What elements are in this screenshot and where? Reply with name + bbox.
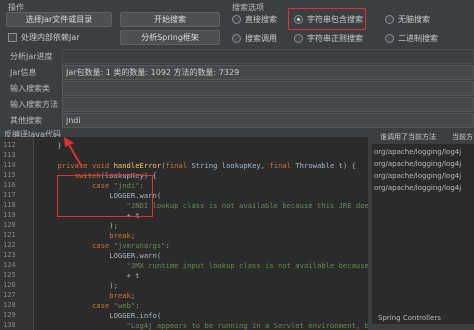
line-number: 112 [3,141,16,149]
internal-deps-label: 处理内部依赖Jar [21,33,80,42]
radio-icon[interactable] [385,34,394,43]
tab-callers[interactable]: 谁调用了当前方法 [380,132,436,142]
spring-controllers-label[interactable]: Spring Controllers [378,314,441,322]
line-number: 128 [3,301,16,309]
code-line: break; [109,231,136,240]
class-label: 输入搜索类 [10,83,50,93]
line-number: 118 [3,201,16,209]
line-number: 129 [3,311,16,319]
radio-icon[interactable] [232,15,241,24]
start-search-button[interactable]: 开始搜索 [120,12,220,27]
option-label: 二进制搜索 [398,34,438,43]
line-number: 113 [3,151,16,159]
list-item[interactable]: org/apache/logging/log4j [374,172,461,180]
red-arrow-icon [64,137,83,168]
callers-pane: 谁调用了当前方法 当前方 org/apache/logging/log4j or… [370,130,474,330]
internal-deps-checkbox[interactable]: 处理内部依赖Jar [8,32,80,43]
option-regex[interactable]: 字符串正则搜索 [294,33,363,44]
code-line: } [40,141,62,150]
method-input[interactable] [62,96,474,112]
code-line: + t [40,271,140,280]
info-label: Jar信息 [10,67,37,77]
code-line: case "jvmrunargs": [91,241,170,250]
option-brainless[interactable]: 无脑搜索 [385,14,430,25]
line-number: 120 [3,221,16,229]
code-line: break; [109,291,136,300]
line-number: 117 [3,191,16,199]
option-label: 无脑搜索 [398,15,430,24]
line-number: 125 [3,271,16,279]
callers-list: org/apache/logging/log4j org/apache/logg… [372,144,474,324]
info-field: Jar包数量: 1 类的数量: 1092 方法的数量: 7329 [62,64,474,80]
method-row: 输入搜索方法 [0,96,474,112]
option-binary[interactable]: 二进制搜索 [385,33,438,44]
option-label: 直接搜索 [245,15,277,24]
line-number: 115 [3,171,16,179]
option-label: 搜索调用 [245,34,277,43]
option-direct[interactable]: 直接搜索 [232,14,277,25]
option-label: 字符串正则搜索 [307,34,363,43]
radio-icon[interactable] [294,34,303,43]
select-jar-button[interactable]: 选择Jar文件或目录 [6,12,112,27]
other-input[interactable]: jndi [62,112,474,128]
class-input[interactable] [62,80,474,96]
method-label: 输入搜索方法 [10,99,58,109]
line-number: 124 [3,261,16,269]
code-line: ); [40,281,118,290]
code-line: case "web": [91,301,140,310]
radio-icon[interactable] [385,15,394,24]
list-item[interactable]: org/apache/logging/log4j [374,148,461,156]
radio-selected-icon[interactable] [294,15,303,24]
progress-bar [62,48,474,64]
info-row: Jar信息 Jar包数量: 1 类的数量: 1092 方法的数量: 7329 [0,64,474,80]
line-number: 121 [3,231,16,239]
line-number: 122 [3,241,16,249]
line-number: 126 [3,281,16,289]
option-label: 字符串包含搜索 [307,15,363,24]
code-line: LOGGER.warn( [40,251,162,260]
line-number: 123 [3,251,16,259]
code-editor[interactable]: 112 } 113 114 private void handleError(fin… [0,137,368,330]
other-row: 其他搜索 jndi [0,112,474,128]
line-number: 130 [3,321,16,329]
other-label: 其他搜索 [10,115,42,125]
line-number: 119 [3,211,16,219]
line-number: 116 [3,181,16,189]
radio-icon[interactable] [232,34,241,43]
progress-label: 分析Jar进度 [10,51,53,61]
search-options-title: 搜索选项 [232,3,264,12]
code-line: LOGGER.info( [40,311,162,320]
line-number: 127 [3,291,16,299]
analyze-spring-button[interactable]: 分析Spring框架 [120,30,220,45]
line-number: 114 [3,161,16,169]
code-line: "Log4j appears to be running in a Servle… [126,321,368,330]
option-call-search[interactable]: 搜索调用 [232,33,277,44]
code-line: "JMX runtime input lookup class is not a… [126,261,368,270]
checkbox-box[interactable] [8,33,17,42]
jndi-highlight-box [57,175,153,217]
tab-current[interactable]: 当前方 [452,132,473,142]
option-string-contains[interactable]: 字符串包含搜索 [294,14,363,25]
progress-row: 分析Jar进度 [0,48,474,64]
class-row: 输入搜索类 [0,80,474,96]
code-line: ); [40,221,118,230]
list-item[interactable]: org/apache/logging/log4j [374,160,461,168]
list-item[interactable]: org/apache/logging/log4j [374,184,461,192]
